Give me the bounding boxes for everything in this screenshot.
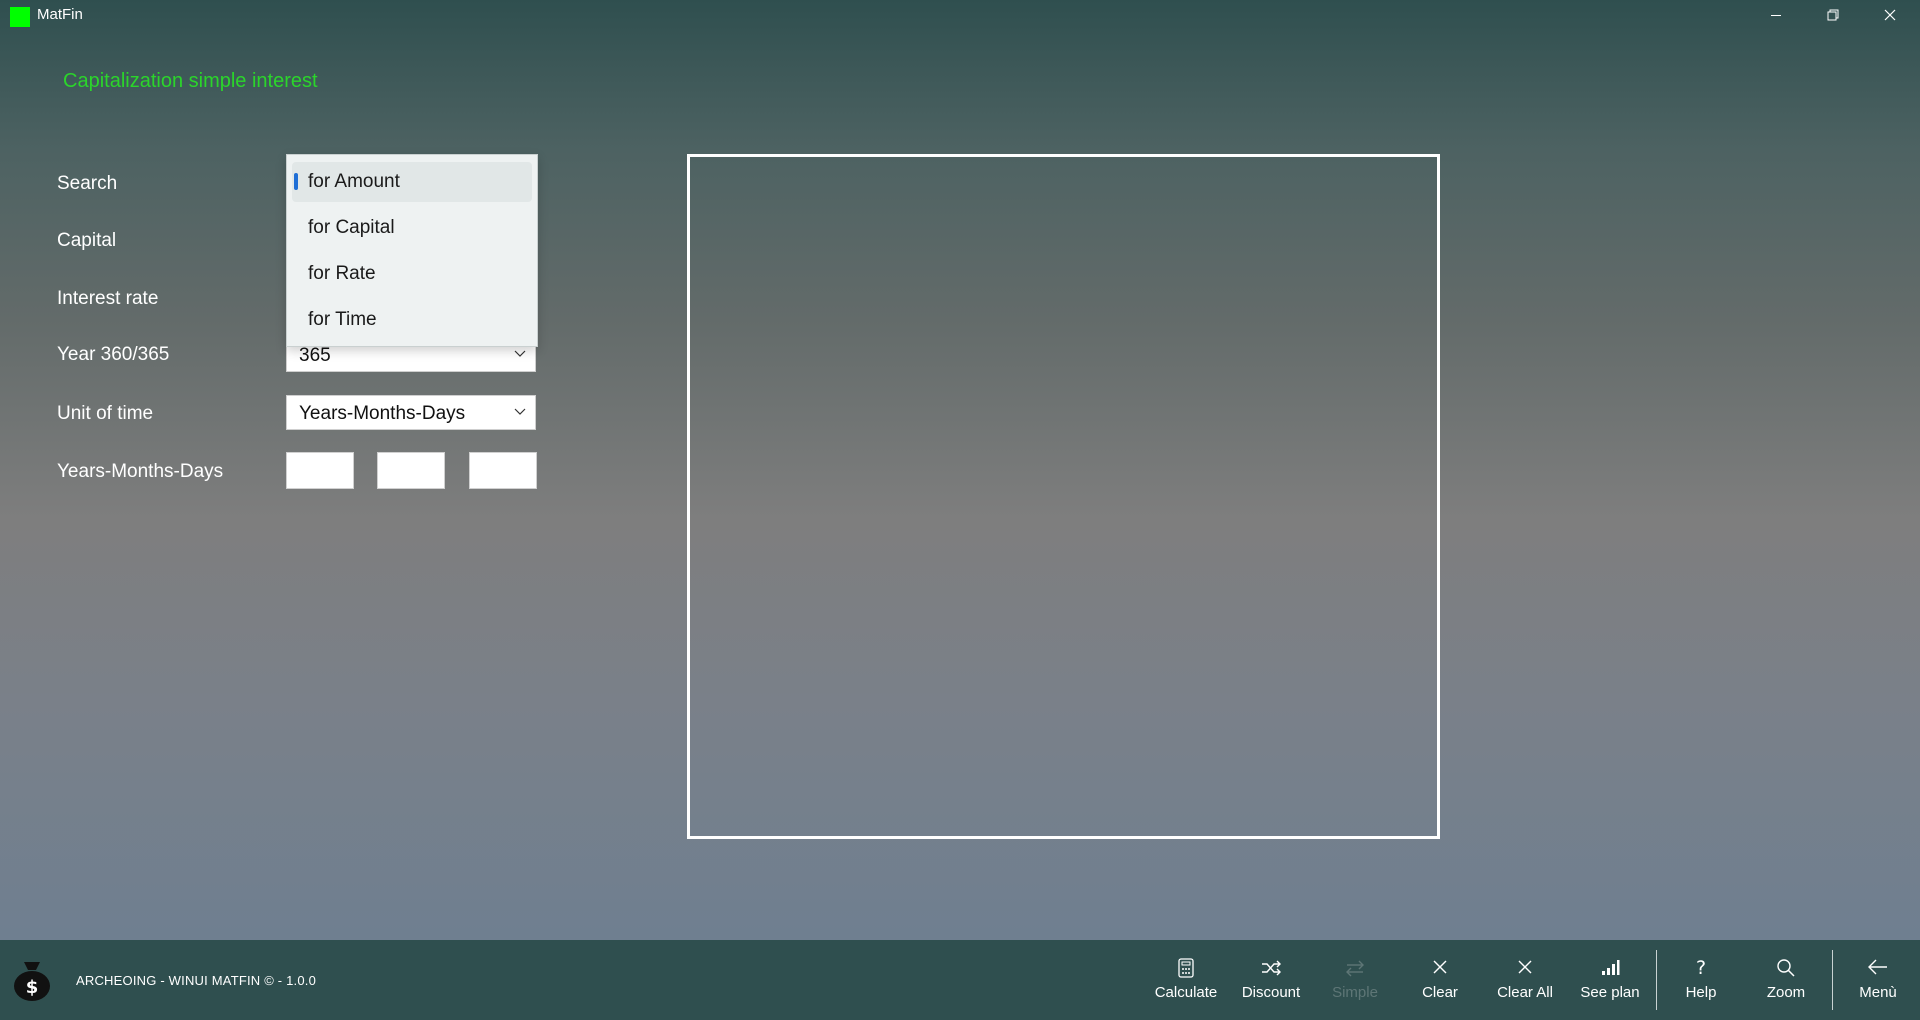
toolbar-separator	[1832, 950, 1833, 1010]
zoom-label: Zoom	[1766, 984, 1806, 1001]
toolbar-separator	[1656, 950, 1657, 1010]
close-icon	[1884, 9, 1896, 21]
selection-indicator	[294, 173, 298, 190]
svg-text:$: $	[26, 977, 39, 998]
clear-all-icon	[1518, 960, 1532, 974]
title-bar: MatFin	[0, 0, 1920, 30]
clear-all-label: Clear All	[1497, 984, 1553, 1001]
minimize-icon	[1771, 15, 1781, 16]
unit-of-time-value: Years-Months-Days	[299, 403, 466, 424]
help-button[interactable]: ? Help	[1659, 940, 1743, 1020]
dropdown-option-label: for Capital	[308, 217, 395, 238]
search-label: Search	[57, 173, 118, 194]
chevron-down-icon	[514, 408, 526, 415]
dropdown-option-label: for Time	[308, 309, 377, 330]
clear-button[interactable]: Clear	[1398, 940, 1482, 1020]
days-input[interactable]	[469, 452, 537, 489]
dropdown-option-amount[interactable]: for Amount	[292, 162, 532, 202]
help-label: Help	[1685, 984, 1717, 1001]
simple-label: Simple	[1332, 984, 1378, 1001]
see-plan-button[interactable]: See plan	[1568, 940, 1652, 1020]
see-plan-label: See plan	[1580, 984, 1640, 1001]
calculator-icon	[1178, 958, 1194, 978]
years-months-days-label: Years-Months-Days	[57, 461, 224, 482]
shuffle-icon	[1262, 960, 1281, 976]
capital-label: Capital	[57, 230, 117, 251]
search-dropdown-list: for Amount for Capital for Rate for Time	[286, 154, 538, 347]
year-basis-label: Year 360/365	[57, 344, 170, 365]
year-basis-value: 365	[299, 345, 331, 366]
clear-label: Clear	[1422, 984, 1458, 1001]
restore-icon	[1827, 9, 1839, 21]
window-title: MatFin	[37, 6, 83, 23]
money-bag-icon: $	[14, 962, 50, 1001]
unit-of-time-label: Unit of time	[57, 403, 154, 424]
clear-icon	[1433, 960, 1447, 974]
unit-of-time-select[interactable]: Years-Months-Days	[286, 395, 536, 430]
simple-button[interactable]: Simple	[1313, 940, 1397, 1020]
page-title: Capitalization simple interest	[63, 70, 318, 92]
chevron-down-icon	[514, 350, 526, 357]
calculate-button[interactable]: Calculate	[1144, 940, 1228, 1020]
dropdown-option-capital[interactable]: for Capital	[292, 208, 532, 248]
swap-icon	[1346, 960, 1364, 977]
command-bar: $ ARCHEOING - WINUI MATFIN © - 1.0.0 Cal…	[0, 940, 1920, 1020]
dropdown-option-time[interactable]: for Time	[292, 300, 532, 340]
calculate-label: Calculate	[1154, 984, 1218, 1001]
dropdown-option-label: for Amount	[308, 171, 400, 192]
search-icon	[1777, 959, 1795, 977]
years-input[interactable]	[286, 452, 354, 489]
discount-button[interactable]: Discount	[1229, 940, 1313, 1020]
help-icon: ?	[1695, 957, 1707, 979]
discount-label: Discount	[1241, 984, 1301, 1001]
interest-rate-label: Interest rate	[57, 288, 159, 309]
signal-bars-icon	[1602, 960, 1620, 975]
dropdown-option-rate[interactable]: for Rate	[292, 254, 532, 294]
menu-label: Menù	[1859, 984, 1897, 1001]
app-logo-icon	[10, 7, 30, 27]
result-panel	[687, 154, 1440, 839]
back-arrow-icon	[1868, 959, 1887, 975]
clear-all-button[interactable]: Clear All	[1483, 940, 1567, 1020]
restore-button[interactable]	[1805, 0, 1861, 30]
zoom-button[interactable]: Zoom	[1744, 940, 1828, 1020]
footer-copyright: ARCHEOING - WINUI MATFIN © - 1.0.0	[76, 973, 317, 988]
dropdown-option-label: for Rate	[308, 263, 376, 284]
menu-button[interactable]: Menù	[1836, 940, 1920, 1020]
close-button[interactable]	[1862, 0, 1918, 30]
months-input[interactable]	[377, 452, 445, 489]
minimize-button[interactable]	[1748, 0, 1804, 30]
